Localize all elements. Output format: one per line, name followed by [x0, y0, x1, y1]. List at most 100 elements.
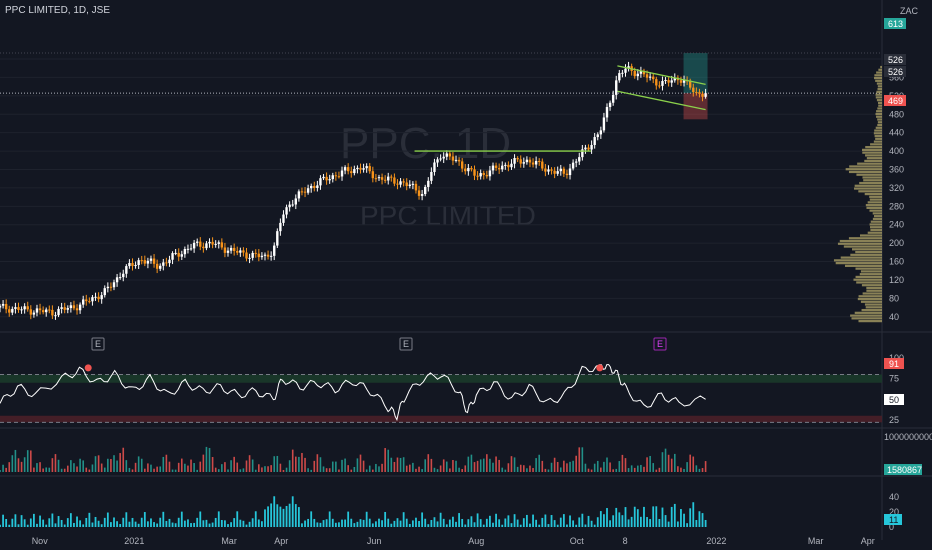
- volume-profile-bar: [860, 300, 882, 303]
- volume-bar: [20, 461, 23, 472]
- sub-volume-bar: [193, 522, 196, 527]
- sub-volume-bar: [655, 506, 658, 527]
- volume-bar: [51, 458, 54, 472]
- volume-bar: [301, 452, 303, 472]
- price-candle-body: [387, 176, 390, 181]
- price-candle-body: [229, 247, 233, 251]
- price-candle-body: [451, 156, 455, 161]
- volume-bar: [421, 469, 423, 472]
- volume-bar: [489, 458, 491, 472]
- price-candle-body: [390, 176, 393, 178]
- volume-bar: [85, 467, 88, 472]
- volume-profile-bar: [878, 104, 882, 107]
- sub-volume-bar: [405, 518, 408, 527]
- sub-volume-bar: [501, 524, 504, 527]
- price-candle-body: [445, 153, 448, 157]
- earnings-badge-1[interactable]: E: [91, 337, 105, 351]
- volume-profile-bar: [875, 79, 882, 82]
- price-candle-body: [593, 137, 596, 145]
- volume-bar: [692, 456, 695, 472]
- sub-volume-bar: [424, 518, 427, 527]
- sub-volume-bar: [603, 514, 605, 527]
- volume-profile-bar: [865, 204, 882, 207]
- price-candle-body: [602, 117, 606, 131]
- price-candle-body: [596, 134, 599, 138]
- volume-profile-bar: [855, 250, 882, 254]
- volume-bar: [304, 457, 306, 472]
- volume-profile-bar: [876, 90, 882, 93]
- volume-profile-bar: [863, 179, 882, 182]
- price-candle-body: [587, 147, 590, 150]
- volume-bar: [23, 457, 26, 472]
- volume-bar: [498, 459, 500, 472]
- volume-bar: [563, 460, 565, 472]
- volume-profile-bar: [865, 306, 882, 309]
- volume-bar: [322, 466, 325, 472]
- volume-bar: [590, 469, 593, 472]
- volume-bar: [335, 461, 337, 472]
- volume-bar: [258, 464, 260, 472]
- volume-bar: [362, 460, 365, 472]
- price-candle-body: [331, 175, 334, 180]
- volume-bar: [310, 469, 313, 472]
- volume-bar: [214, 467, 217, 472]
- volume-profile-bar: [875, 137, 882, 140]
- price-candle-body: [362, 168, 365, 170]
- sub-volume-bar: [439, 512, 442, 527]
- volume-bar: [110, 458, 112, 472]
- volume-bar: [331, 461, 334, 472]
- price-candle-body: [371, 171, 375, 179]
- sub-volume-bar: [590, 520, 593, 527]
- price-candle-body: [439, 158, 442, 160]
- sub-volume-bar: [621, 515, 624, 527]
- volume-profile-bar: [880, 65, 882, 69]
- price-candle-body: [125, 266, 128, 274]
- price-candle-body: [556, 171, 559, 174]
- volume-bar: [458, 467, 460, 472]
- sub-volume-bar: [177, 517, 180, 527]
- sub-volume-bar: [106, 512, 109, 527]
- earnings-badge-3[interactable]: E: [653, 337, 667, 351]
- sub-volume-bar: [375, 521, 377, 527]
- price-candle-body: [679, 80, 683, 83]
- volume-bar: [375, 463, 377, 472]
- volume-bar: [282, 469, 285, 472]
- sub-volume-bar: [227, 524, 229, 527]
- sub-volume-tag-current: 11: [884, 514, 902, 525]
- volume-profile-bar: [872, 217, 882, 221]
- sub-volume-bar: [495, 513, 497, 527]
- x-tick-label: Apr: [861, 536, 875, 546]
- price-candle-body: [420, 194, 424, 196]
- sub-volume-bar: [356, 521, 359, 527]
- sub-volume-bar: [165, 520, 168, 527]
- volume-bar: [439, 465, 442, 472]
- sub-volume-bar: [42, 519, 45, 527]
- volume-bar: [538, 454, 541, 472]
- price-candle-body: [436, 159, 439, 163]
- volume-bar: [88, 469, 91, 472]
- volume-bar: [26, 450, 29, 472]
- sub-volume-bar: [341, 519, 343, 527]
- sub-volume-bar: [436, 521, 439, 527]
- price-candle-body: [599, 130, 603, 135]
- volume-profile-bar: [855, 267, 882, 270]
- price-candle-body: [365, 166, 368, 169]
- sub-volume-bar: [211, 522, 214, 527]
- volume-bar: [449, 468, 451, 472]
- earnings-badge-2[interactable]: E: [399, 337, 413, 351]
- price-candle-body: [226, 250, 230, 253]
- sub-volume-bar: [313, 518, 316, 527]
- volume-bar: [236, 462, 239, 472]
- price-candle-body: [427, 180, 430, 187]
- volume-profile-bar: [875, 112, 882, 116]
- sub-volume-bar: [60, 519, 63, 527]
- volume-profile-bar: [848, 237, 882, 240]
- sub-volume-bar: [304, 520, 306, 527]
- sub-volume-bar: [636, 509, 639, 527]
- sub-volume-bar: [48, 518, 51, 527]
- sub-volume-bar: [150, 518, 152, 527]
- volume-profile-bar: [840, 256, 882, 259]
- sub-volume-bar: [353, 523, 356, 527]
- volume-profile-bar: [877, 107, 882, 110]
- volume-bar: [372, 469, 374, 472]
